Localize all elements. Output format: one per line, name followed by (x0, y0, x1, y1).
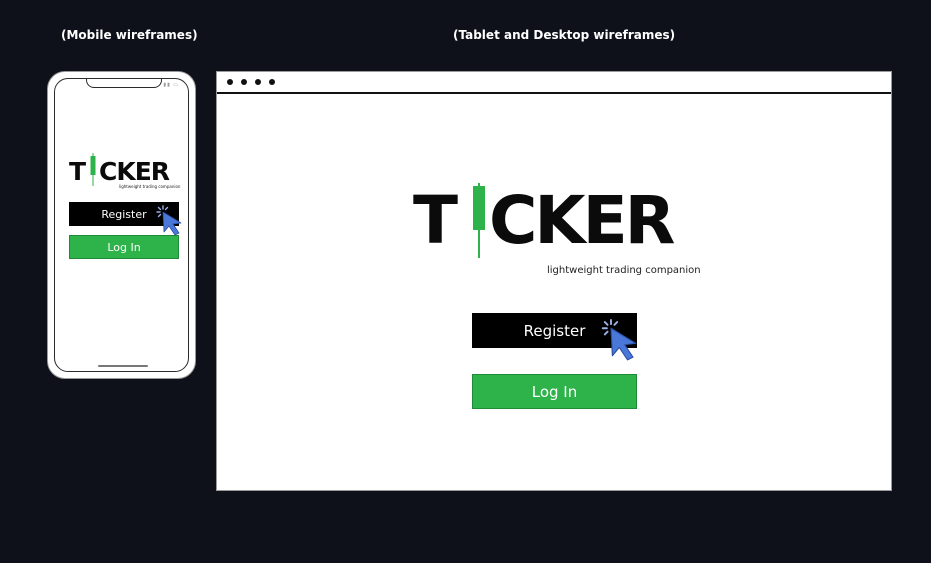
window-dot (227, 79, 233, 85)
logo-letter-t: T (413, 182, 458, 259)
candlestick-icon (473, 183, 485, 258)
logo-tagline: lightweight trading companion (547, 265, 701, 276)
logo-tagline: lightweight trading companion (119, 184, 181, 189)
logo-letters-cker: CKER (99, 157, 170, 186)
login-button-label: Log In (531, 382, 578, 401)
battery-icon: ▭ (173, 82, 179, 88)
login-button-label: Log In (107, 240, 141, 254)
browser-title-bar (217, 72, 891, 94)
login-button[interactable]: Log In (472, 374, 637, 409)
window-dot (255, 79, 261, 85)
pointer-cursor-click-icon (601, 319, 637, 361)
window-dot (241, 79, 247, 85)
mobile-wireframes-caption: (Mobile wireframes) (61, 28, 198, 42)
login-button[interactable]: Log In (69, 235, 179, 259)
mobile-screen: ▮▮ ▭ T CKER lightweight trading companio… (54, 78, 189, 372)
register-button-label: Register (523, 321, 586, 340)
candlestick-icon (90, 153, 96, 186)
mobile-wireframe: ▮▮ ▭ T CKER lightweight trading companio… (47, 71, 196, 379)
desktop-wireframe: T CKER lightweight trading companion Reg… (216, 71, 892, 491)
status-bar-icons: ▮▮ ▭ (163, 82, 179, 88)
pointer-cursor-click-icon (156, 205, 182, 236)
desktop-wireframes-caption: (Tablet and Desktop wireframes) (453, 28, 676, 42)
logo-letter-t: T (69, 157, 86, 186)
signal-icon: ▮▮ (163, 82, 171, 88)
home-indicator (98, 365, 148, 367)
phone-notch (86, 79, 162, 88)
window-dot (269, 79, 275, 85)
register-button-label: Register (101, 207, 147, 221)
logo-letters-cker: CKER (489, 182, 675, 259)
